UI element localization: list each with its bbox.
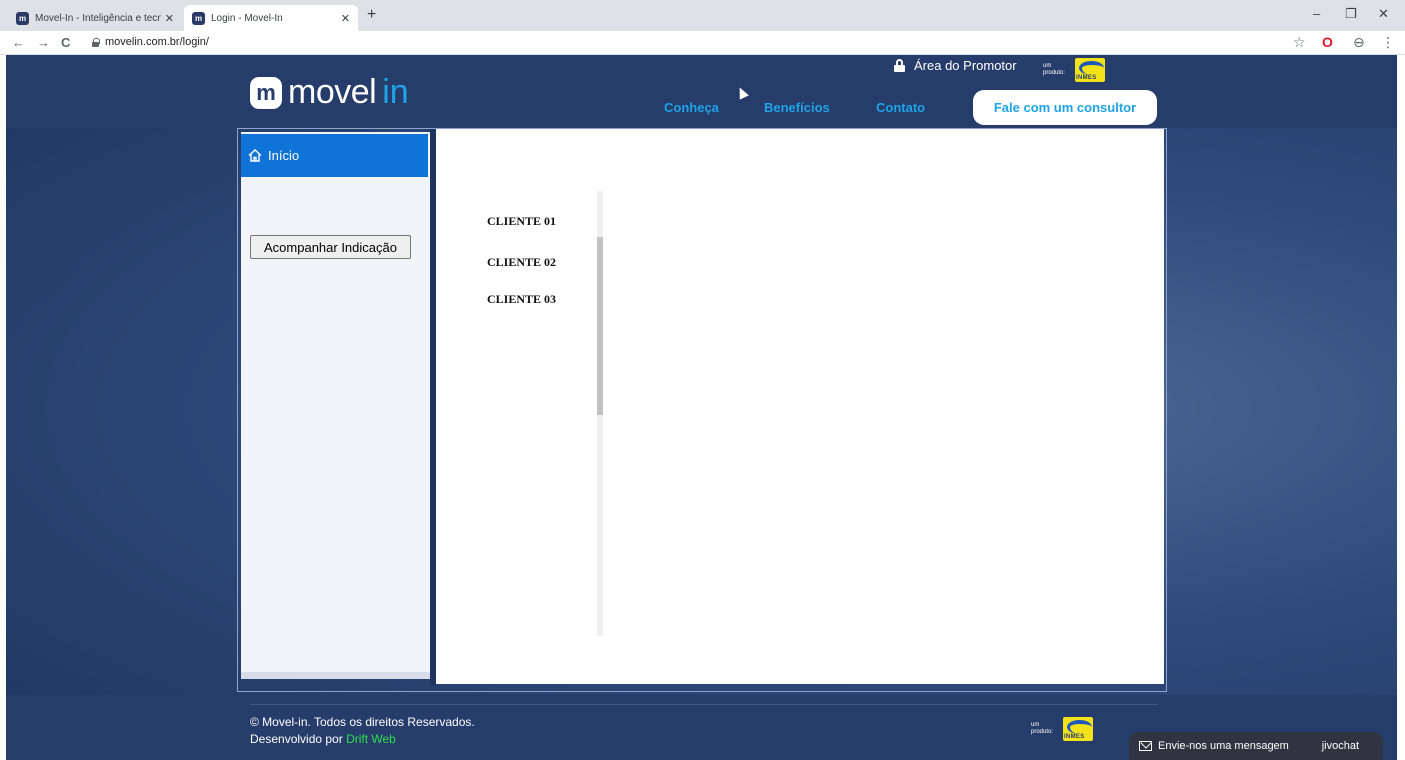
footer-inmes-badge: um produto: INMES: [1031, 717, 1093, 741]
developer-link[interactable]: Drift Web: [346, 732, 396, 746]
client-item-01[interactable]: CLIENTE 01: [487, 214, 556, 229]
main-content: CLIENTE 01 CLIENTE 02 CLIENTE 03: [436, 129, 1164, 684]
tab-title: Login - Movel-In: [211, 12, 283, 24]
new-tab-button[interactable]: +: [367, 6, 376, 24]
sidebar-bottom-bar: [241, 672, 430, 679]
client-item-02[interactable]: CLIENTE 02: [487, 255, 556, 270]
browser-tab-login[interactable]: m Login - Movel-In ✕: [184, 5, 358, 31]
close-tab-icon[interactable]: ✕: [165, 12, 174, 25]
produto-label: um produto:: [1043, 63, 1066, 76]
page-right-edge: [1397, 55, 1405, 760]
page-left-edge: [0, 55, 6, 760]
scrollbar-thumb[interactable]: [597, 237, 603, 415]
consultant-cta-button[interactable]: Fale com um consultor: [973, 90, 1157, 125]
sidebar-home-label: Início: [268, 148, 300, 163]
inmes-logo-icon: INMES: [1075, 58, 1105, 82]
developed-by-line: Desenvolvido por Drift Web: [250, 731, 475, 748]
bookmark-star-icon[interactable]: ☆: [1293, 34, 1306, 51]
browser-tab-strip: m Movel-In - Inteligência e tecnolo ✕ m …: [0, 0, 1405, 31]
page-background: m movel in Área do Promotor um produto: …: [0, 55, 1405, 760]
copyright-text: © Movel-in. Todos os direitos Reservados…: [250, 715, 475, 729]
nav-contato[interactable]: Contato: [876, 100, 925, 115]
client-item-03[interactable]: CLIENTE 03: [487, 292, 556, 307]
inmes-text: INMES: [1064, 734, 1085, 740]
url-text: movelin.com.br/login/: [105, 36, 209, 48]
nav-beneficios[interactable]: Benefícios: [764, 100, 830, 115]
inmes-text: INMES: [1076, 75, 1097, 81]
footer-produto-label: um produto:: [1031, 722, 1054, 735]
close-window-icon[interactable]: ✕: [1378, 6, 1389, 22]
reload-icon[interactable]: C: [61, 35, 70, 50]
site-footer: © Movel-in. Todos os direitos Reservados…: [6, 695, 1397, 760]
url-field[interactable]: movelin.com.br/login/: [92, 36, 209, 48]
app-frame: Início Acompanhar Indicação CLIENTE 01 C…: [237, 128, 1167, 692]
nav-conheca[interactable]: Conheça: [664, 100, 719, 115]
chat-brand: jivochat: [1321, 740, 1359, 752]
close-tab-icon[interactable]: ✕: [341, 12, 350, 25]
chat-widget-button[interactable]: Envie-nos uma mensagem jivochat: [1129, 732, 1383, 760]
browser-menu-icon[interactable]: ⋮: [1381, 34, 1395, 51]
promotor-label: Área do Promotor: [914, 58, 1017, 73]
logo-mark-icon: m: [250, 76, 282, 109]
movelin-favicon-icon: m: [16, 11, 29, 25]
back-icon[interactable]: ←: [12, 35, 25, 50]
developed-by-label: Desenvolvido por: [250, 732, 343, 746]
logo-accent: in: [382, 73, 409, 111]
footer-divider: [250, 704, 1158, 705]
movelin-favicon-icon: m: [192, 11, 205, 25]
client-list-scrollbar[interactable]: [597, 191, 603, 636]
tab-title: Movel-In - Inteligência e tecnolo: [35, 12, 161, 24]
opera-icon[interactable]: O: [1322, 34, 1333, 50]
minimize-icon[interactable]: –: [1313, 6, 1320, 21]
movelin-logo[interactable]: m movel in: [250, 73, 409, 112]
sidebar: Início Acompanhar Indicação: [241, 132, 430, 679]
site-header: m movel in Área do Promotor um produto: …: [6, 55, 1397, 128]
padlock-icon: [894, 59, 905, 72]
inmes-logo-icon: INMES: [1063, 717, 1093, 741]
footer-copyright: © Movel-in. Todos os direitos Reservados…: [250, 714, 475, 748]
chat-label: Envie-nos uma mensagem: [1158, 740, 1289, 752]
track-referral-button[interactable]: Acompanhar Indicação: [250, 235, 411, 259]
inmes-product-badge: um produto: INMES: [1043, 58, 1105, 82]
secure-lock-icon: [92, 37, 100, 47]
mail-icon: [1139, 741, 1152, 751]
mouse-cursor-icon: [735, 85, 749, 100]
promotor-area-link[interactable]: Área do Promotor: [894, 58, 1017, 73]
browser-tab-home[interactable]: m Movel-In - Inteligência e tecnolo ✕: [8, 5, 182, 31]
address-bar-row: ← → C movelin.com.br/login/ ☆ O ⊖ ⋮: [0, 31, 1405, 55]
home-icon: [248, 149, 262, 162]
sidebar-item-inicio[interactable]: Início: [241, 134, 428, 177]
restore-icon[interactable]: ❐: [1345, 6, 1357, 22]
account-icon[interactable]: ⊖: [1353, 34, 1365, 51]
logo-word: movel: [288, 73, 377, 111]
forward-icon[interactable]: →: [37, 35, 50, 50]
